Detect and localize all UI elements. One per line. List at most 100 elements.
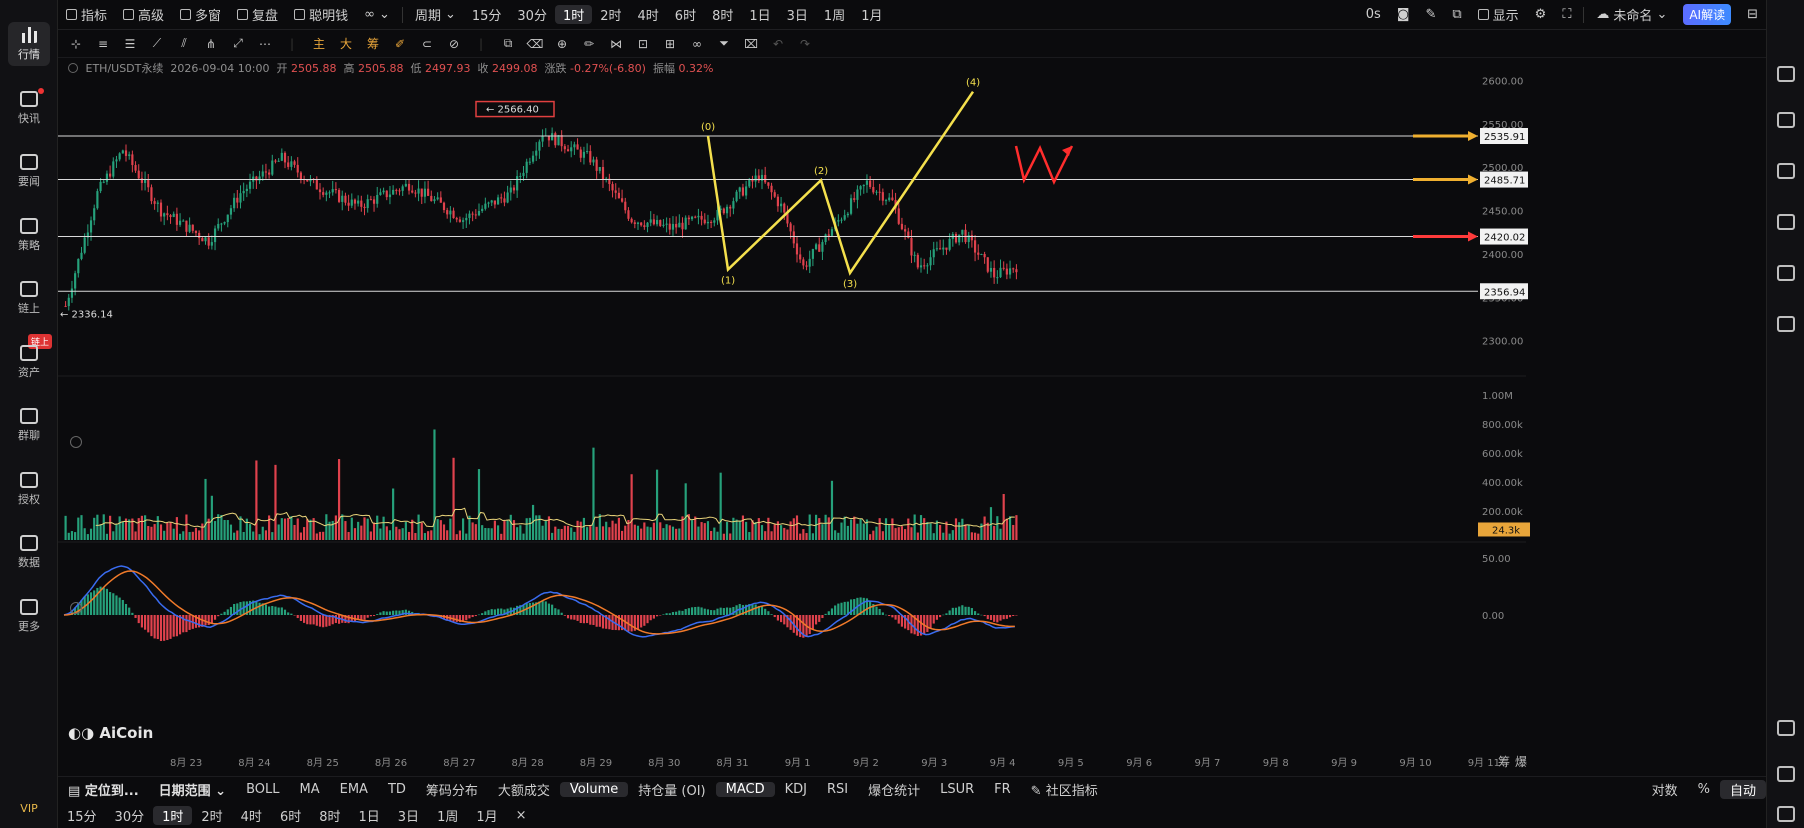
- horizontal-line-icon[interactable]: ≡: [95, 37, 111, 51]
- ray-lines-icon[interactable]: ☰: [122, 37, 138, 51]
- indicator-macd[interactable]: MACD: [715, 782, 775, 797]
- orderbook-icon[interactable]: [1777, 112, 1795, 128]
- highlighter-icon[interactable]: ✏: [581, 37, 597, 51]
- nav-item-onchain[interactable]: 链上: [0, 272, 58, 324]
- indicator-td[interactable]: TD: [378, 782, 416, 797]
- indicator-ema[interactable]: EMA: [330, 782, 378, 797]
- sort-icon[interactable]: [1777, 766, 1795, 782]
- pitchfork-icon[interactable]: ⋔: [203, 37, 219, 51]
- nav-item-data[interactable]: 数据: [0, 526, 58, 578]
- indicator-large-trades[interactable]: 大额成交: [488, 780, 560, 799]
- indicator-fr[interactable]: FR: [984, 782, 1021, 797]
- copy-icon[interactable]: ⧉: [500, 36, 516, 51]
- bottom-interval-1mo[interactable]: 1月: [467, 806, 506, 825]
- pattern-icon[interactable]: ⋈: [608, 37, 624, 51]
- bottom-interval-4h[interactable]: 4时: [232, 806, 271, 825]
- trash-icon[interactable]: ⌧: [743, 37, 759, 51]
- ai-interpret-button[interactable]: AI解读: [1675, 4, 1739, 25]
- indicator-chip-distribution[interactable]: 筹码分布: [416, 780, 488, 799]
- assistant-icon[interactable]: [1777, 806, 1795, 822]
- bottom-interval-1w[interactable]: 1周: [428, 806, 467, 825]
- indicator-lsur[interactable]: LSUR: [930, 782, 984, 797]
- interval-8h[interactable]: 8时: [704, 5, 741, 24]
- template-icon[interactable]: ⊞: [662, 37, 678, 51]
- redo-icon[interactable]: ↷: [797, 37, 813, 51]
- interval-3d[interactable]: 3日: [779, 5, 816, 24]
- bot-icon[interactable]: [1777, 265, 1795, 281]
- filter-icon[interactable]: ⏷: [716, 36, 732, 51]
- date-range-dropdown[interactable]: 日期范围 ⌄: [149, 780, 236, 799]
- chip-icon[interactable]: 筹: [365, 37, 381, 51]
- nav-item-group-chat[interactable]: 群聊: [0, 399, 58, 451]
- visibility-icon[interactable]: [68, 63, 78, 73]
- indicator-volume[interactable]: Volume: [559, 782, 629, 797]
- volume-pane-toggle[interactable]: [70, 436, 82, 448]
- menu-icon[interactable]: [1777, 66, 1795, 82]
- bottom-interval-1d[interactable]: 1日: [350, 806, 389, 825]
- indicator-ma[interactable]: MA: [290, 782, 330, 797]
- bottom-interval-2h[interactable]: 2时: [192, 806, 231, 825]
- nav-item-flash[interactable]: 快讯: [0, 82, 58, 134]
- brush-icon[interactable]: ✐: [392, 37, 408, 51]
- auto-scale-toggle[interactable]: 自动: [1719, 780, 1766, 799]
- bottom-interval-8h[interactable]: 8时: [310, 806, 349, 825]
- interval-1d[interactable]: 1日: [741, 5, 778, 24]
- interval-1mo[interactable]: 1月: [853, 5, 890, 24]
- undo-icon[interactable]: ↶: [770, 37, 786, 51]
- indicators-button[interactable]: 指标: [58, 5, 115, 24]
- large-order-icon[interactable]: 大: [338, 37, 354, 51]
- bottom-interval-15m[interactable]: 15分: [58, 806, 106, 825]
- nav-item-assets[interactable]: 链上 资产: [0, 334, 58, 388]
- chart-area[interactable]: 2600.002550.002500.002450.002400.002350.…: [58, 58, 1766, 774]
- btc-icon[interactable]: [1777, 214, 1795, 230]
- nav-item-authorize[interactable]: 授权: [0, 463, 58, 515]
- measure-icon[interactable]: ⊘: [446, 37, 462, 51]
- grid-icon[interactable]: [1777, 720, 1795, 736]
- interval-1h[interactable]: 1时: [554, 5, 593, 24]
- interval-6h[interactable]: 6时: [667, 5, 704, 24]
- indicator-liquidation[interactable]: 爆仓统计: [858, 780, 930, 799]
- ruler-icon[interactable]: ⤢: [230, 36, 246, 51]
- main-indicator-icon[interactable]: 主: [311, 37, 327, 51]
- interval-30m[interactable]: 30分: [509, 5, 555, 24]
- popout-icon[interactable]: ⧉: [1444, 7, 1469, 22]
- close-icon[interactable]: ×: [507, 808, 536, 823]
- pen-icon[interactable]: ✎: [1417, 7, 1444, 22]
- fullscreen-icon[interactable]: ⛶: [1554, 7, 1579, 22]
- indicator-rsi[interactable]: RSI: [817, 782, 858, 797]
- nav-item-more[interactable]: 更多: [0, 590, 58, 642]
- interval-1w[interactable]: 1周: [816, 5, 853, 24]
- nav-item-vip[interactable]: VIP: [0, 790, 58, 826]
- period-dropdown[interactable]: 周期 ⌄: [407, 5, 464, 24]
- log-scale-toggle[interactable]: 对数: [1642, 780, 1688, 799]
- zoom-in-icon[interactable]: ⊕: [554, 37, 570, 51]
- bottom-interval-3d[interactable]: 3日: [389, 806, 428, 825]
- bottom-interval-6h[interactable]: 6时: [271, 806, 310, 825]
- camera-icon[interactable]: ◙: [1389, 7, 1418, 22]
- magnet-icon[interactable]: ⊂: [419, 37, 435, 51]
- macd-pane-toggle[interactable]: [70, 602, 82, 614]
- parallel-channel-icon[interactable]: ⫽: [176, 36, 192, 51]
- advanced-button[interactable]: 高级: [115, 5, 172, 24]
- indicator-kdj[interactable]: KDJ: [775, 782, 817, 797]
- nav-item-strategy[interactable]: 策略: [0, 209, 58, 261]
- nav-item-market[interactable]: 行情: [0, 18, 58, 70]
- bottom-interval-1h[interactable]: 1时: [153, 805, 193, 825]
- trend-line-icon[interactable]: ⟋: [149, 36, 165, 51]
- exchange-icon[interactable]: [1777, 316, 1795, 332]
- eraser-icon[interactable]: ⌫: [527, 37, 544, 51]
- depth-icon[interactable]: [1777, 163, 1795, 179]
- multi-window-button[interactable]: 多窗: [172, 5, 229, 24]
- layout-dropdown[interactable]: ☁ 未命名 ⌄: [1588, 5, 1675, 24]
- percent-scale-toggle[interactable]: %: [1688, 782, 1720, 797]
- nav-item-news[interactable]: 要闻: [0, 145, 58, 197]
- replay-button[interactable]: 复盘: [229, 5, 286, 24]
- display-button[interactable]: 显示: [1470, 5, 1527, 24]
- more-tools-icon[interactable]: ⋯: [257, 37, 273, 51]
- locate-button[interactable]: ▤ 定位到...: [58, 780, 149, 799]
- indicator-open-interest[interactable]: 持仓量 (OI): [628, 780, 715, 799]
- chart-canvas[interactable]: 2600.002550.002500.002450.002400.002350.…: [58, 58, 1766, 774]
- settings-icon[interactable]: ⚙: [1527, 7, 1555, 22]
- interval-4h[interactable]: 4时: [630, 5, 667, 24]
- chart-type-dropdown[interactable]: ∞ ⌄: [356, 7, 398, 22]
